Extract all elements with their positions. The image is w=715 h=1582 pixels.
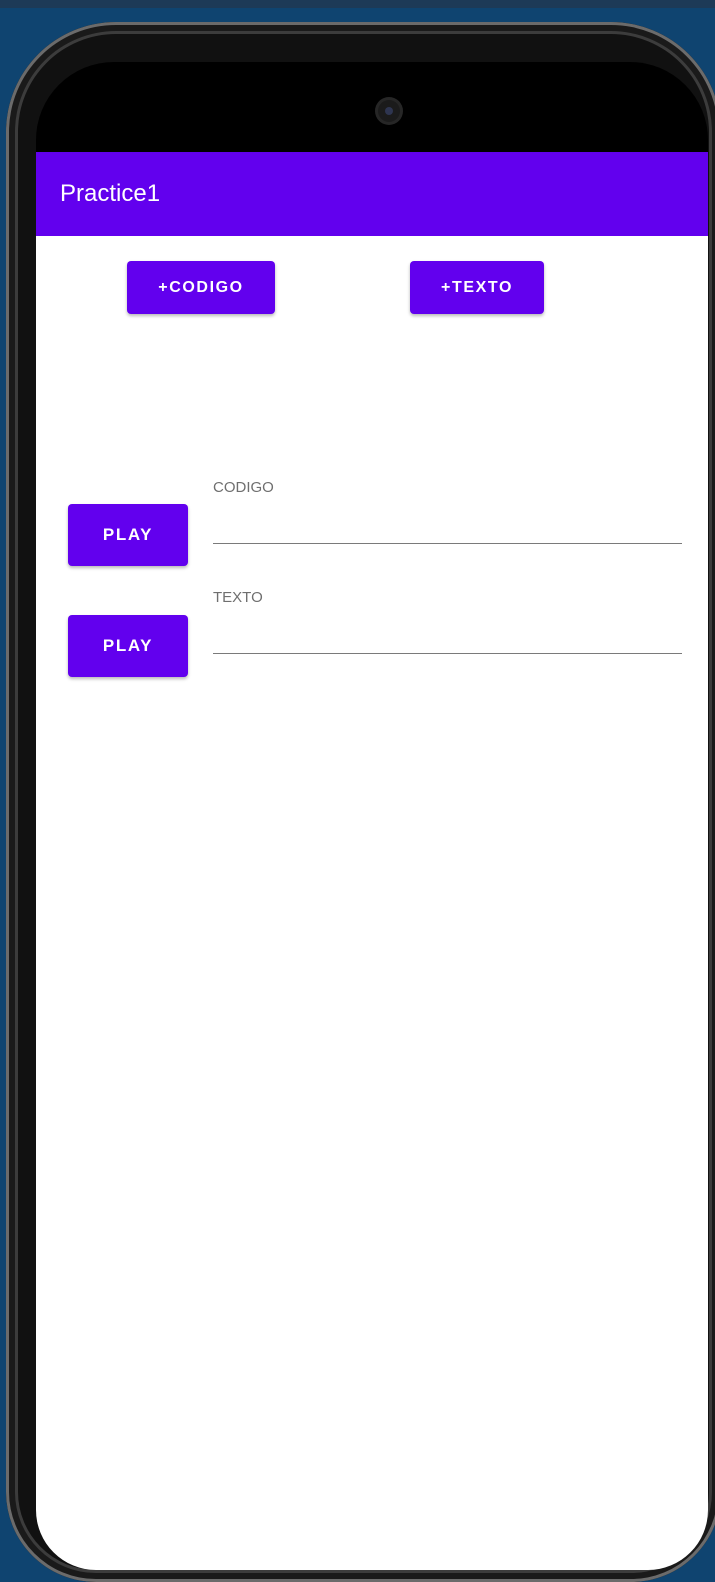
main-content: +CODIGO +TEXTO PLAY CODIGO PLAY TEXTO [36,236,708,1570]
texto-field: TEXTO [213,589,682,659]
codigo-input[interactable] [213,513,682,544]
app-title: Practice1 [60,180,161,207]
app-bar: Practice1 [36,152,708,236]
play-codigo-button[interactable]: PLAY [68,504,188,566]
device-screen: Practice1 +CODIGO +TEXTO PLAY CODIGO PLA… [36,62,708,1570]
add-texto-button[interactable]: +TEXTO [410,261,544,314]
play-texto-button[interactable]: PLAY [68,615,188,677]
add-codigo-button[interactable]: +CODIGO [127,261,275,314]
host-window-bar [0,0,715,8]
codigo-field: CODIGO [213,479,682,549]
texto-input[interactable] [213,623,682,654]
texto-label: TEXTO [213,589,263,606]
phone-frame: Practice1 +CODIGO +TEXTO PLAY CODIGO PLA… [6,22,715,1582]
codigo-label: CODIGO [213,479,274,496]
camera-icon [378,100,400,122]
